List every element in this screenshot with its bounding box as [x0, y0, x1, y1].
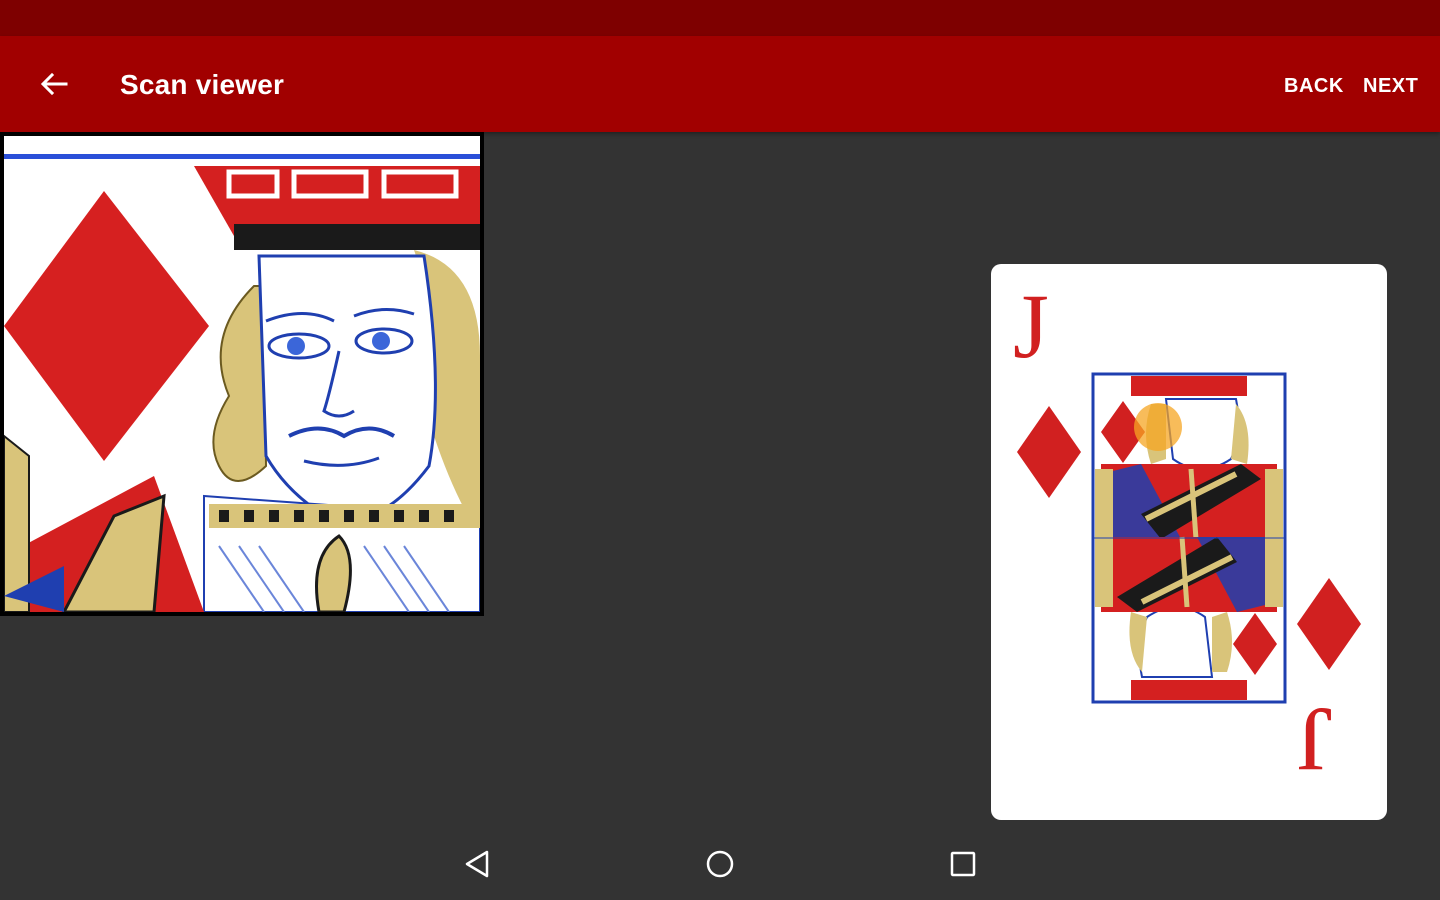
card-rank-bottom: J: [1297, 689, 1333, 791]
next-button[interactable]: NEXT: [1363, 74, 1418, 98]
zoomed-scan-view: [0, 132, 484, 616]
system-home-button[interactable]: [698, 842, 742, 886]
arrow-left-icon: [40, 72, 68, 96]
app-bar: Scan viewer BACK NEXT: [0, 36, 1440, 132]
status-bar: [0, 0, 1440, 36]
card-preview: J J: [991, 264, 1387, 820]
system-back-button[interactable]: [456, 842, 500, 886]
page-title: Scan viewer: [120, 69, 285, 100]
back-button[interactable]: BACK: [1284, 74, 1344, 98]
diamond-icon: [1017, 406, 1081, 498]
scan-focus-marker: [1134, 403, 1182, 451]
card-rank-top: J: [1013, 275, 1049, 377]
system-recents-button[interactable]: [941, 842, 985, 886]
diamond-icon: [1297, 578, 1361, 670]
system-navigation-bar: [0, 828, 1440, 900]
triangle-back-icon: [465, 850, 489, 878]
circle-home-icon: [706, 850, 734, 878]
square-recents-icon: [950, 851, 976, 877]
zoomed-card-image: [4, 136, 480, 612]
navigate-up-button[interactable]: [28, 60, 80, 108]
